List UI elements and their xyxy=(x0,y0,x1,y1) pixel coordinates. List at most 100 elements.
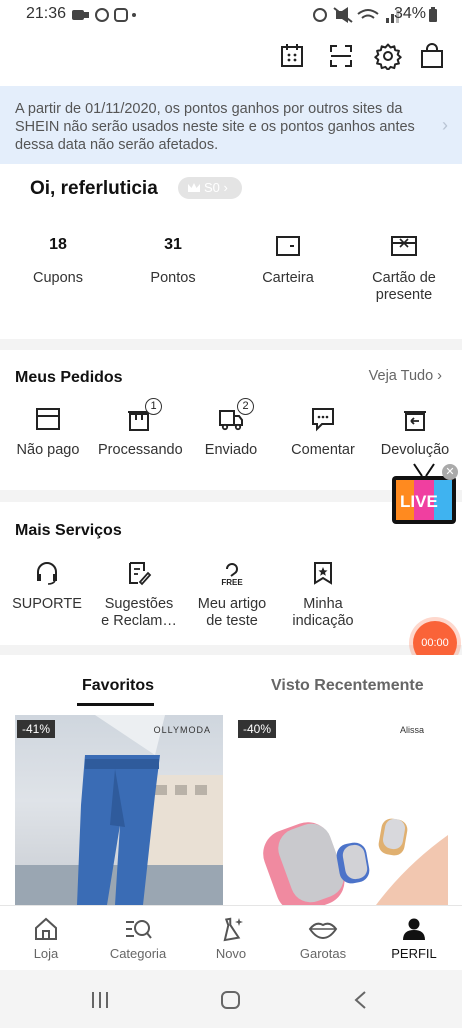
wallet-label: Carteira xyxy=(262,270,314,286)
live-label: LIVE xyxy=(400,492,438,511)
vip-level-badge[interactable]: S0 › xyxy=(178,177,242,199)
order-shipped-label: Enviado xyxy=(204,442,258,458)
status-bar: 21:36 34% xyxy=(0,0,462,30)
product-card-2[interactable]: -40% Alissa xyxy=(236,715,448,905)
discount-badge: -41% xyxy=(17,720,56,738)
nav-category[interactable]: Categoria xyxy=(98,916,178,961)
view-all-orders-link[interactable]: Veja Tudo › xyxy=(369,368,442,384)
timer-text: 00:00 xyxy=(421,637,449,649)
points-notice-banner[interactable]: A partir de 01/11/2020, os pontos ganhos… xyxy=(0,86,462,164)
coupons-count: 18 xyxy=(49,236,67,253)
headset-icon xyxy=(37,562,57,585)
order-review[interactable]: Comentar xyxy=(285,406,361,459)
settings-gear-icon[interactable] xyxy=(374,42,402,70)
nav-new-label: Novo xyxy=(215,946,247,961)
svg-text:FREE: FREE xyxy=(221,578,243,586)
service-feedback[interactable]: Sugestões e Reclam… xyxy=(100,560,178,630)
coupons-label: Cupons xyxy=(33,270,83,286)
shipped-count-badge: 2 xyxy=(237,398,254,415)
stat-points[interactable]: 31 Pontos xyxy=(118,236,228,286)
wallet-card-icon xyxy=(36,408,60,430)
battery-icon xyxy=(429,7,437,22)
feedback-edit-icon xyxy=(129,562,152,586)
top-toolbar xyxy=(0,30,462,86)
back-icon[interactable] xyxy=(352,990,368,1010)
profile-person-icon xyxy=(403,918,425,940)
crown-icon xyxy=(188,183,200,192)
notice-text: A partir de 01/11/2020, os pontos ganhos… xyxy=(15,101,415,153)
product-card-1[interactable]: -41% OLLYMODA xyxy=(15,715,223,905)
brand-label: Alissa xyxy=(399,725,424,735)
nav-new[interactable]: Novo xyxy=(191,916,271,961)
lips-icon xyxy=(308,922,338,940)
order-return-label: Devolução xyxy=(380,442,450,458)
service-referral-label: Minha indicação xyxy=(292,596,354,629)
nav-category-label: Categoria xyxy=(109,946,167,961)
gift-card-icon xyxy=(391,236,417,256)
wallet-icon xyxy=(276,236,300,256)
tab-recently-viewed[interactable]: Visto Recentemente xyxy=(271,677,424,695)
live-stream-widget[interactable]: LIVE ✕ xyxy=(390,462,458,530)
nav-shop-label: Loja xyxy=(33,946,59,961)
nav-shop[interactable]: Loja xyxy=(6,916,86,961)
notification-icons xyxy=(72,8,136,22)
order-unpaid-label: Não pago xyxy=(16,442,80,458)
home-button-icon[interactable] xyxy=(220,990,242,1010)
more-services-title: Mais Serviços xyxy=(15,522,122,539)
brand-label: OLLYMODA xyxy=(153,725,211,735)
tab-favorites[interactable]: Favoritos xyxy=(82,677,154,695)
order-unpaid[interactable]: Não pago xyxy=(12,406,84,459)
service-free-trial-label: Meu artigo de teste xyxy=(197,596,267,629)
processing-count-badge: 1 xyxy=(145,398,162,415)
category-search-icon xyxy=(126,920,152,939)
greeting-username: Oi, referluticia xyxy=(30,178,158,199)
service-support[interactable]: SUPORTE xyxy=(10,560,84,613)
stat-gift-card[interactable]: Cartão de presente xyxy=(349,234,459,304)
service-referral[interactable]: Minha indicação xyxy=(286,560,360,630)
order-processing[interactable]: Processando 1 xyxy=(98,398,183,459)
service-free-trial[interactable]: FREE Meu artigo de teste xyxy=(193,560,271,630)
comment-bubble-icon xyxy=(312,408,334,432)
service-feedback-label: Sugestões e Reclam… xyxy=(101,596,177,629)
referral-bookmark-icon xyxy=(314,562,332,585)
profile-summary: Oi, referluticia S0 › 18 Cupons 31 Ponto… xyxy=(0,164,462,339)
my-orders-title: Meus Pedidos xyxy=(15,369,123,386)
battery-text: 34% xyxy=(394,5,427,22)
stat-wallet[interactable]: Carteira xyxy=(233,234,343,286)
bottom-navigation: Loja Categoria Novo Garotas PERFIL xyxy=(0,905,462,970)
order-return[interactable]: Devolução xyxy=(377,406,453,459)
calendar-checkin-icon[interactable] xyxy=(278,42,306,70)
discount-badge: -40% xyxy=(238,720,277,738)
tab-favorites-label: Favoritos xyxy=(82,677,155,694)
status-time: 21:36 xyxy=(26,5,67,22)
active-tab-underline xyxy=(77,703,154,706)
recent-apps-icon[interactable] xyxy=(90,990,112,1010)
order-shipped[interactable]: Enviado 2 xyxy=(196,398,266,459)
tab-recent-label: Visto Recentemente xyxy=(271,677,424,694)
wishlist-tabs: Favoritos Visto Recentemente xyxy=(0,655,462,715)
order-review-label: Comentar xyxy=(291,442,355,458)
nav-profile[interactable]: PERFIL xyxy=(374,916,454,961)
vip-level-text: S0 xyxy=(204,180,220,195)
product-image-jeans xyxy=(15,715,223,905)
service-support-label: SUPORTE xyxy=(12,596,82,612)
chevron-right-icon: › xyxy=(442,115,448,135)
return-box-icon xyxy=(404,411,426,431)
view-all-label: Veja Tudo xyxy=(368,368,434,384)
free-trial-icon: FREE xyxy=(221,563,243,586)
order-processing-label: Processando xyxy=(98,442,183,458)
new-arrivals-dress-icon xyxy=(223,917,243,942)
points-label: Pontos xyxy=(150,270,196,286)
nav-girls[interactable]: Garotas xyxy=(283,916,363,961)
home-icon xyxy=(35,917,57,940)
shopping-bag-icon[interactable] xyxy=(418,42,446,70)
nav-girls-label: Garotas xyxy=(299,946,347,961)
stat-coupons[interactable]: 18 Cupons xyxy=(3,236,113,286)
close-live-icon[interactable]: ✕ xyxy=(442,464,458,480)
product-image-hair-eraser xyxy=(263,818,448,905)
nav-profile-label: PERFIL xyxy=(391,946,437,961)
android-navigation-bar xyxy=(0,970,462,1028)
scan-icon[interactable] xyxy=(327,42,355,70)
gift-card-label: Cartão de presente xyxy=(372,270,436,303)
points-count: 31 xyxy=(164,236,182,253)
